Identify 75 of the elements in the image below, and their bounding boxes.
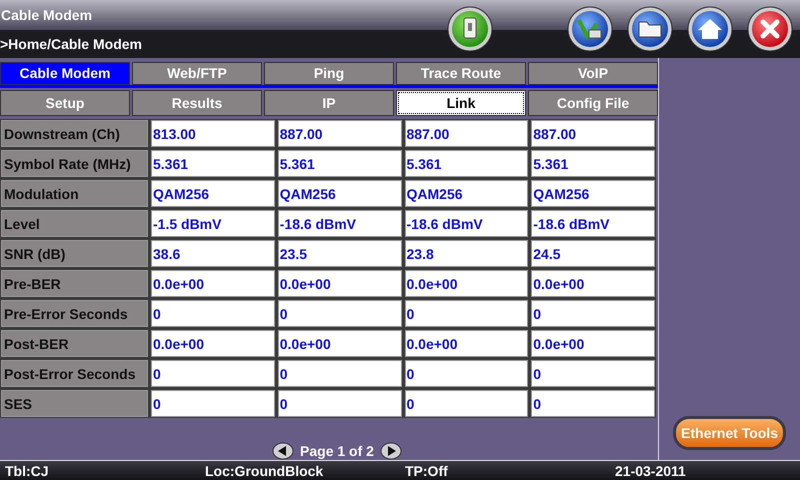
- ethernet-tools-button[interactable]: Ethernet Tools: [673, 416, 786, 450]
- row-label: Pre-Error Seconds: [1, 300, 148, 327]
- table-cell: 0: [531, 360, 655, 387]
- tab[interactable]: Trace Route: [396, 62, 526, 85]
- table-cell: -18.6 dBmV: [404, 210, 528, 237]
- table-cell: 0.0e+00: [151, 330, 275, 357]
- tab[interactable]: Link: [396, 90, 526, 116]
- table-cell: 0: [531, 300, 655, 327]
- table-cell: 0.0e+00: [531, 270, 655, 297]
- table-cell: 0: [151, 300, 275, 327]
- table-cell: 5.361: [278, 150, 402, 177]
- row-label: Pre-BER: [1, 270, 148, 297]
- table-cell: 0: [151, 360, 275, 387]
- table-status: Tbl:CJ: [4, 462, 49, 478]
- folder-icon[interactable]: [627, 6, 673, 52]
- table-cell: 0: [404, 360, 528, 387]
- next-page-icon[interactable]: [380, 442, 402, 460]
- page-indicator: Page 1 of 2: [300, 443, 374, 459]
- table-cell: QAM256: [151, 180, 275, 207]
- tab[interactable]: Web/FTP: [132, 62, 262, 85]
- table-cell: 887.00: [531, 120, 655, 147]
- table-cell: -18.6 dBmV: [531, 210, 655, 237]
- table-cell: 0: [278, 360, 402, 387]
- table-cell: 0: [531, 390, 655, 417]
- table-cell: -18.6 dBmV: [278, 210, 402, 237]
- tab[interactable]: VoIP: [528, 62, 658, 85]
- row-label: Post-Error Seconds: [1, 360, 148, 387]
- row-label: Symbol Rate (MHz): [1, 150, 148, 177]
- table-cell: 0: [278, 300, 402, 327]
- table-cell: 23.8: [404, 240, 528, 267]
- breadcrumb: >Home/Cable Modem: [0, 36, 142, 52]
- table-cell: QAM256: [531, 180, 655, 207]
- previous-page-icon[interactable]: [272, 442, 294, 460]
- row-label: Downstream (Ch): [1, 120, 148, 147]
- plug-icon[interactable]: [567, 6, 613, 52]
- tab[interactable]: Ping: [264, 62, 394, 85]
- table-cell: QAM256: [278, 180, 402, 207]
- tp-status: TP:Off: [404, 462, 448, 478]
- table-cell: -1.5 dBmV: [151, 210, 275, 237]
- table-cell: 0: [404, 300, 528, 327]
- row-label: Post-BER: [1, 330, 148, 357]
- row-label: Modulation: [1, 180, 148, 207]
- row-label: SNR (dB): [1, 240, 148, 267]
- table-cell: 813.00: [151, 120, 275, 147]
- tab[interactable]: Setup: [0, 90, 130, 116]
- table-cell: 0: [404, 390, 528, 417]
- table-cell: 24.5: [531, 240, 655, 267]
- table-cell: 5.361: [404, 150, 528, 177]
- tab[interactable]: IP: [264, 90, 394, 116]
- table-cell: 0.0e+00: [151, 270, 275, 297]
- device-icon[interactable]: [447, 6, 493, 52]
- table-cell: 0.0e+00: [278, 270, 402, 297]
- tab[interactable]: Config File: [528, 90, 658, 116]
- table-cell: 38.6: [151, 240, 275, 267]
- row-label: SES: [1, 390, 148, 417]
- window-title: Cable Modem: [1, 7, 92, 23]
- table-cell: 0.0e+00: [531, 330, 655, 357]
- table-cell: 5.361: [531, 150, 655, 177]
- table-cell: 0.0e+00: [404, 330, 528, 357]
- table-cell: 887.00: [404, 120, 528, 147]
- tab[interactable]: Cable Modem: [0, 62, 130, 85]
- location-status: Loc:GroundBlock: [204, 462, 324, 478]
- table-cell: 887.00: [278, 120, 402, 147]
- home-icon[interactable]: [687, 6, 733, 52]
- table-cell: QAM256: [404, 180, 528, 207]
- table-cell: 0: [151, 390, 275, 417]
- table-cell: 0.0e+00: [278, 330, 402, 357]
- tab[interactable]: Results: [132, 90, 262, 116]
- table-cell: 0: [278, 390, 402, 417]
- table-cell: 23.5: [278, 240, 402, 267]
- date: 21-03-2011: [614, 462, 686, 478]
- close-icon[interactable]: [747, 6, 793, 52]
- table-cell: 0.0e+00: [404, 270, 528, 297]
- row-label: Level: [1, 210, 148, 237]
- table-cell: 5.361: [151, 150, 275, 177]
